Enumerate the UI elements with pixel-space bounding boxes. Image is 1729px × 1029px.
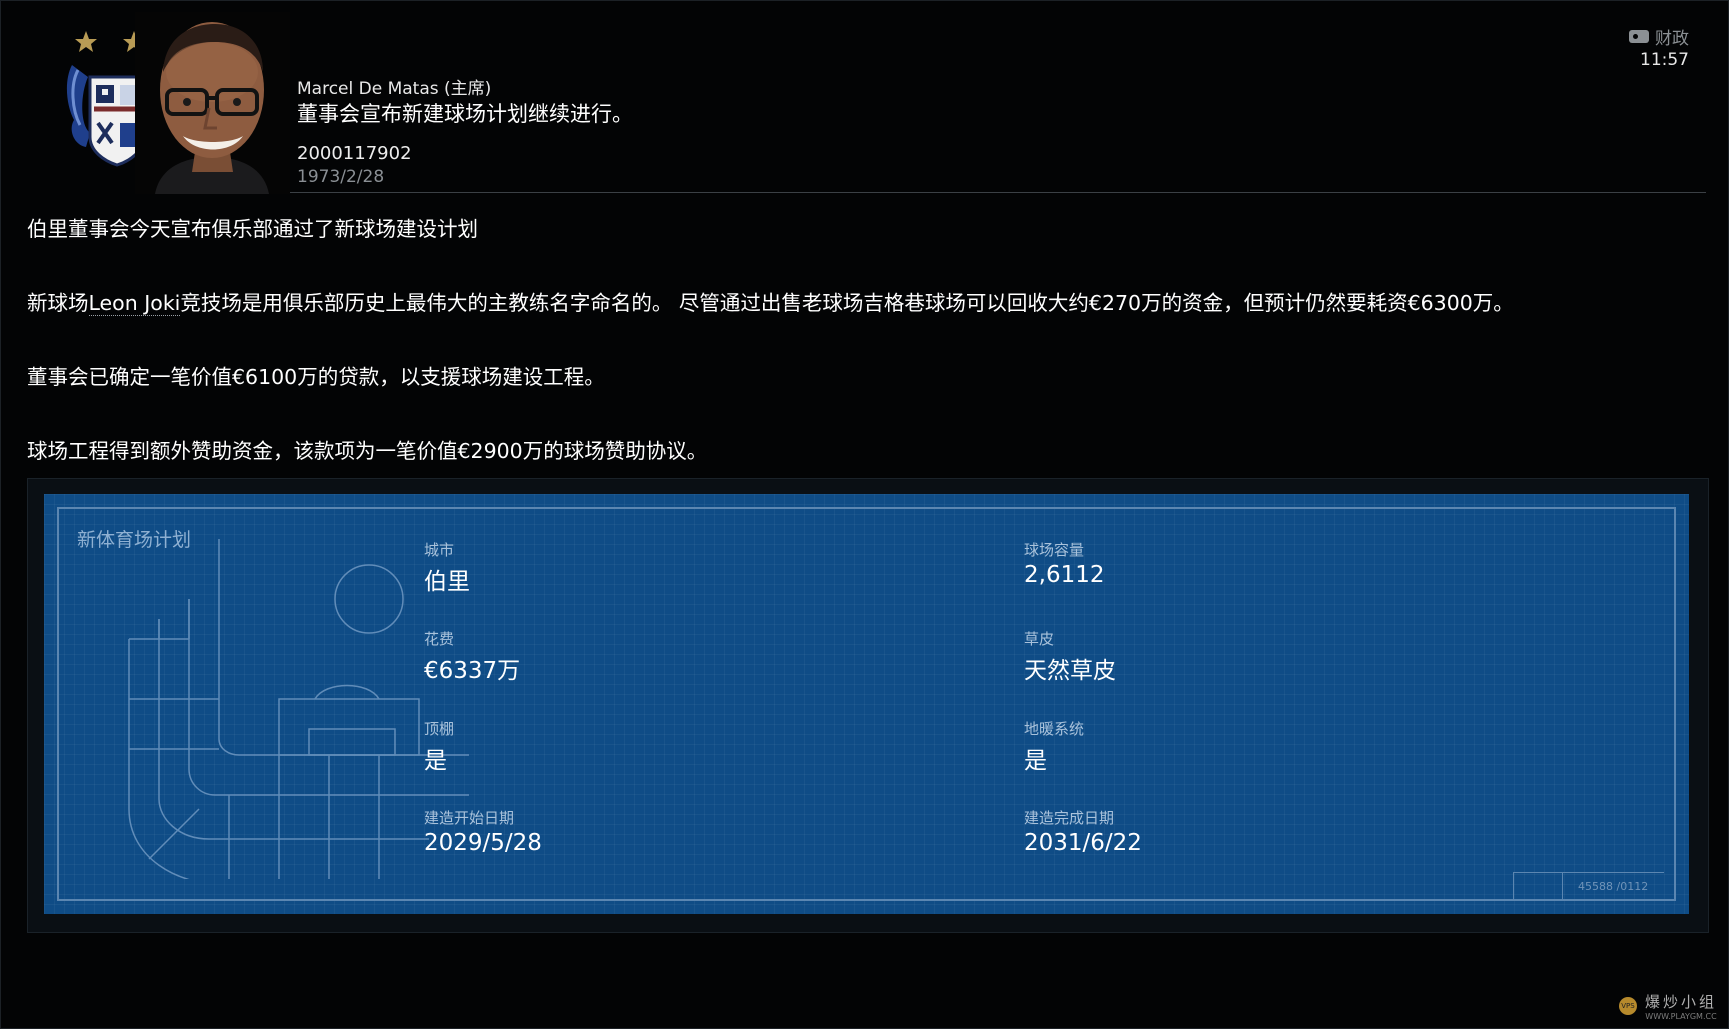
watermark: VPS 爆炒小组 WWW.PLAYGM.CC [1618, 991, 1717, 1021]
stadium-drawing-icon [128, 539, 469, 879]
category-label: 财政 [1655, 29, 1689, 49]
paragraph-2-prefix: 新球场 [27, 291, 89, 315]
paragraph-4: 球场工程得到额外赞助资金，该款项为一笔价值€2900万的球场赞助协议。 [27, 439, 708, 463]
end-date-field: 建造完成日期 2031/6/22 [1024, 807, 1142, 856]
roof-label: 顶棚 [424, 720, 455, 738]
message-id: 2000117902 [297, 143, 412, 164]
paragraph-2: 新球场Leon Joki竞技场是用俱乐部历史上最伟大的主教练名字命名的。 尽管通… [27, 286, 1514, 316]
cost-value: €6337万 [424, 658, 521, 684]
pitch-value: 天然草皮 [1024, 658, 1116, 684]
watermark-url: WWW.PLAYGM.CC [1645, 1012, 1717, 1021]
capacity-field: 球场容量 2,6112 [1024, 539, 1104, 588]
heating-field: 地暖系统 是 [1024, 718, 1084, 775]
message-date: 1973/2/28 [297, 167, 385, 187]
stadium-blueprint: 新体育场计划 城市 伯里 球场容量 2,6112 花费 €6337万 草皮 天然… [44, 494, 1689, 914]
capacity-label: 球场容量 [1024, 541, 1085, 559]
roof-field: 顶棚 是 [424, 718, 454, 775]
start-date-value: 2029/5/28 [424, 830, 542, 856]
start-date-label: 建造开始日期 [424, 809, 515, 827]
category-tag[interactable]: 财政 [1629, 24, 1689, 49]
tag-icon [1629, 30, 1649, 43]
capacity-value: 2,6112 [1024, 562, 1105, 588]
cost-field: 花费 €6337万 [424, 628, 520, 685]
drawing-code-cell [1514, 873, 1563, 901]
message-time: 11:57 [1640, 50, 1689, 70]
city-field: 城市 伯里 [424, 539, 470, 596]
heating-label: 地暖系统 [1024, 720, 1085, 738]
drawing-code: 45588 /0112 [1578, 880, 1649, 893]
paragraph-3: 董事会已确定一笔价值€6100万的贷款，以支援球场建设工程。 [27, 365, 605, 389]
sender-name[interactable]: Marcel De Matas (主席) [297, 74, 491, 99]
watermark-text: 爆炒小组 [1644, 993, 1717, 1011]
drawing-code-box: 45588 /0112 [1513, 872, 1664, 901]
start-date-field: 建造开始日期 2029/5/28 [424, 807, 542, 856]
header-divider [290, 192, 1706, 193]
heating-value: 是 [1024, 748, 1047, 774]
watermark-ball-icon: VPS [1618, 997, 1637, 1015]
message-subject: 董事会宣布新建球场计划继续进行。 [297, 102, 633, 126]
end-date-label: 建造完成日期 [1024, 809, 1115, 827]
end-date-value: 2031/6/22 [1024, 830, 1142, 856]
cost-label: 花费 [424, 630, 455, 648]
paragraph-1: 伯里董事会今天宣布俱乐部通过了新球场建设计划 [27, 217, 478, 241]
manager-link[interactable]: Leon Joki [88, 291, 181, 316]
city-label: 城市 [424, 541, 455, 559]
blueprint-border: 新体育场计划 城市 伯里 球场容量 2,6112 花费 €6337万 草皮 天然… [57, 507, 1676, 901]
pitch-label: 草皮 [1024, 630, 1055, 648]
city-value: 伯里 [424, 569, 470, 595]
pitch-field: 草皮 天然草皮 [1024, 628, 1116, 685]
roof-value: 是 [424, 748, 447, 774]
chairman-portrait [135, 12, 290, 194]
paragraph-2-suffix: 竞技场是用俱乐部历史上最伟大的主教练名字命名的。 尽管通过出售老球场吉格巷球场可… [180, 291, 1514, 315]
